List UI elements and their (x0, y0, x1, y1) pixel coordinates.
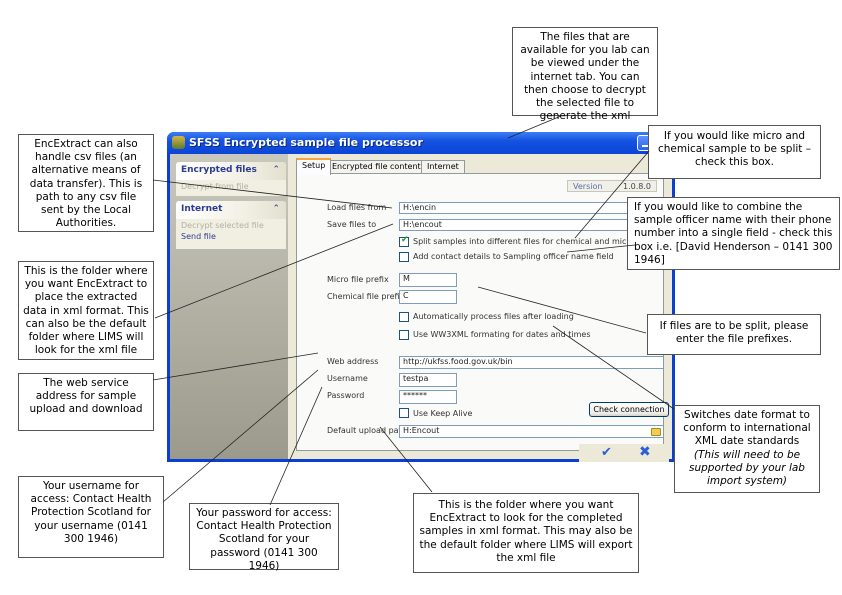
cancel-x-icon[interactable]: ✖ (639, 444, 651, 460)
callout-prefixes: If files are to be split, please enter t… (647, 314, 821, 355)
group-title: Encrypted files (181, 165, 257, 175)
callout-save-folder: This is the folder where you want EncExt… (18, 261, 154, 360)
w3-xml-checkbox[interactable] (399, 330, 409, 340)
keep-alive-label: Use Keep Alive (413, 409, 473, 418)
group-header[interactable]: Internet ⌃ (176, 201, 286, 219)
callout-internet-tab: The files that are available for you lab… (512, 27, 658, 122)
window-client: Encrypted files ⌃ Decrypt from file Inte… (170, 154, 672, 462)
sidebar: Encrypted files ⌃ Decrypt from file Inte… (170, 154, 288, 459)
version-value: 1.0.8.0 (623, 182, 651, 191)
ok-checkmark-icon[interactable]: ✔ (601, 445, 612, 460)
tab-setup[interactable]: Setup (296, 158, 332, 175)
date-format-text: Switches date format to conform to inter… (683, 409, 811, 448)
micro-prefix-label: Micro file prefix (327, 275, 389, 284)
date-format-note: (This will need to be supported by your … (689, 448, 805, 488)
load-files-input[interactable]: H:\encin (399, 202, 664, 214)
callout-split: If you would like micro and chemical sam… (648, 125, 821, 179)
chemical-prefix-label: Chemical file prefix (327, 292, 405, 301)
title-bar[interactable]: SFSS Encrypted sample file processor (167, 132, 675, 154)
callout-password: Your password for access: Contact Health… (189, 503, 339, 572)
sidebar-group-internet: Internet ⌃ Decrypt selected file Send fi… (176, 201, 286, 249)
load-files-label: Load files from (327, 203, 387, 212)
chemical-prefix-input[interactable]: C (399, 290, 457, 304)
callout-upload-folder: This is the folder where you want EncExt… (413, 493, 639, 573)
auto-process-label: Automatically process files after loadin… (413, 312, 574, 321)
callout-date-format: Switches date format to conform to inter… (674, 405, 820, 493)
add-contact-checkbox[interactable] (399, 252, 409, 262)
version-label: Version (573, 182, 603, 191)
callout-csv: EncExtract can also handle csv files (an… (18, 134, 154, 232)
app-window: SFSS Encrypted sample file processor Enc… (167, 132, 675, 462)
callout-web-service: The web service address for sample uploa… (18, 373, 154, 431)
callout-username: Your username for access: Contact Health… (18, 476, 164, 558)
username-input[interactable]: testpa (399, 373, 457, 387)
add-contact-label: Add contact details to Sampling officer … (413, 252, 614, 261)
setup-panel: Version 1.0.8.0 Load files from H:\encin… (296, 173, 669, 462)
tab-encrypted-file-contents[interactable]: Encrypted file contents (326, 160, 431, 174)
collapse-chevron-icon[interactable]: ⌃ (272, 165, 280, 175)
default-upload-input[interactable]: H:Encout (399, 425, 664, 438)
default-upload-value: H:Encout (403, 426, 440, 435)
save-files-label: Save files to (327, 220, 377, 229)
sidebar-item-decrypt-from-file[interactable]: Decrypt from file (176, 180, 286, 193)
password-label: Password (327, 391, 365, 400)
group-title: Internet (181, 204, 223, 214)
group-header[interactable]: Encrypted files ⌃ (176, 162, 286, 180)
version-display: Version 1.0.8.0 (567, 180, 657, 192)
username-label: Username (327, 374, 368, 383)
web-address-label: Web address (327, 357, 379, 366)
save-files-input[interactable]: H:\encout (399, 219, 664, 231)
password-input[interactable]: ****** (399, 390, 457, 404)
dialog-button-bar: ✔ ✖ (579, 444, 669, 462)
app-icon (172, 136, 185, 149)
keep-alive-checkbox[interactable] (399, 408, 409, 418)
window-title: SFSS Encrypted sample file processor (189, 136, 423, 149)
w3-xml-label: Use WW3XML formating for dates and times (413, 330, 591, 339)
web-address-input[interactable]: http://ukfss.food.gov.uk/bin (399, 356, 664, 369)
split-samples-label: Split samples into different files for c… (413, 237, 635, 246)
callout-combine: If you would like to combine the sample … (627, 197, 840, 270)
micro-prefix-input[interactable]: M (399, 273, 457, 287)
split-samples-checkbox[interactable] (399, 235, 409, 247)
content-area: Setup Encrypted file contents Internet V… (288, 154, 672, 462)
sidebar-group-encrypted-files: Encrypted files ⌃ Decrypt from file (176, 162, 286, 196)
sidebar-item-decrypt-selected-file[interactable]: Decrypt selected file (176, 219, 286, 232)
collapse-chevron-icon[interactable]: ⌃ (272, 204, 280, 214)
default-upload-label: Default upload path (327, 426, 407, 435)
folder-browse-icon[interactable] (651, 428, 661, 436)
sidebar-item-send-file[interactable]: Send file (176, 232, 286, 243)
check-connection-button[interactable]: Check connection (589, 402, 669, 417)
auto-process-checkbox[interactable] (399, 312, 409, 322)
tab-internet[interactable]: Internet (421, 160, 465, 174)
